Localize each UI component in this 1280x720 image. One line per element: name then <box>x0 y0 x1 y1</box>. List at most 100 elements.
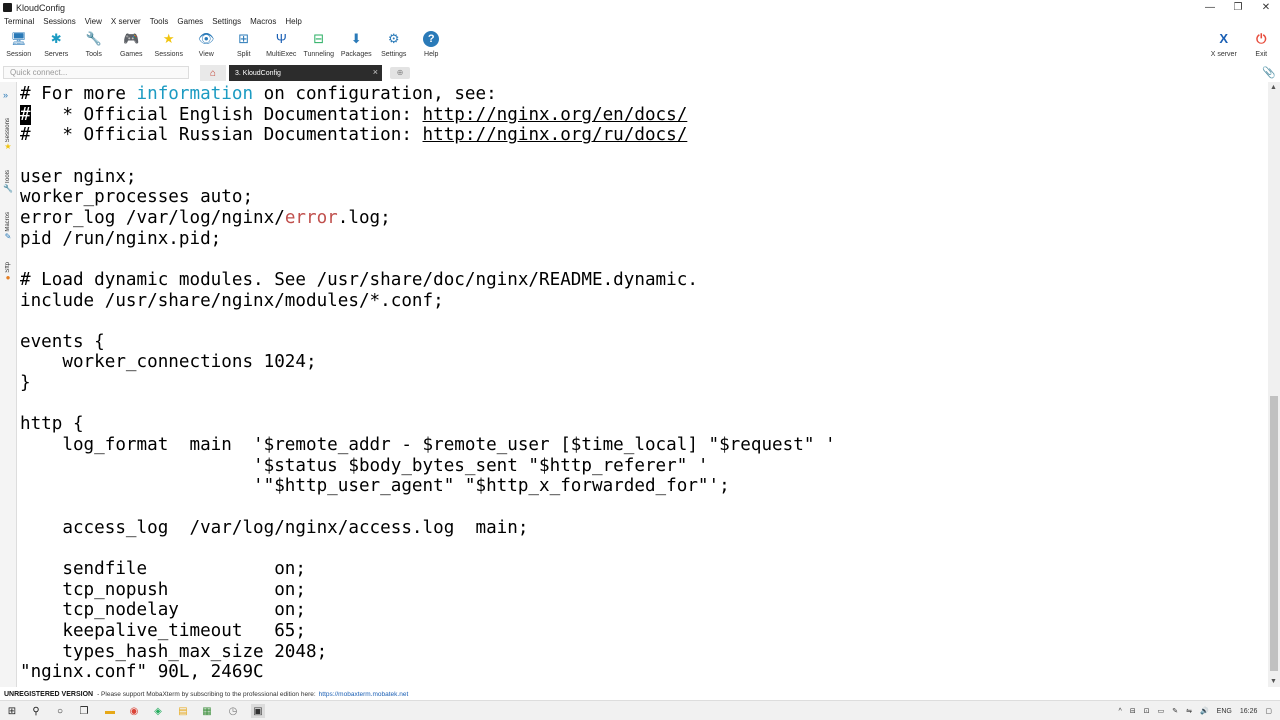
scrollbar-thumb[interactable] <box>1270 396 1278 671</box>
servers-icon: ✱ <box>50 31 62 46</box>
toolbar-split-button[interactable]: ⊞ Split <box>225 28 263 62</box>
sftp-icon: ● <box>5 272 11 282</box>
tray-icon[interactable]: ▢ <box>1265 707 1272 715</box>
task-view-icon[interactable]: ❐ <box>77 704 91 718</box>
terminal-scrollbar[interactable]: ▲ ▼ <box>1268 82 1280 687</box>
toolbar-label: Servers <box>44 51 69 58</box>
terminal-line: http { <box>20 414 84 435</box>
menu-macros[interactable]: Macros <box>250 17 276 26</box>
menu-x-server[interactable]: X server <box>111 17 141 26</box>
toolbar-label: Session <box>6 51 32 58</box>
terminal-line: '"$http_user_agent" "$http_x_forwarded_f… <box>20 476 730 497</box>
terminal-line: types_hash_max_size 2048; <box>20 642 327 663</box>
terminal-text: keepalive_timeout 65; <box>20 620 306 641</box>
tray-icon[interactable]: 🔊 <box>1200 707 1209 715</box>
terminal-line: include /usr/share/nginx/modules/*.conf; <box>20 291 444 312</box>
toolbar-exit-button[interactable]: ⏻ Exit <box>1243 28 1280 62</box>
menu-settings[interactable]: Settings <box>212 17 241 26</box>
terminal-url[interactable]: http://nginx.org/ru/docs/ <box>423 125 688 145</box>
close-button[interactable]: ✕ <box>1252 0 1280 15</box>
terminal-text: } <box>20 373 31 394</box>
terminal-text: user nginx; <box>20 166 137 187</box>
terminal-line: worker_processes auto; <box>20 187 253 208</box>
power-icon: ⏻ <box>1256 31 1267 46</box>
terminal[interactable]: # For more information on configuration,… <box>18 84 1268 687</box>
sidebar-tab-sessions[interactable]: Sessions ★ <box>2 116 14 151</box>
toolbar-tools-button[interactable]: 🔧 Tools <box>75 28 113 62</box>
toolbar-games-button[interactable]: 🎮 Games <box>113 28 151 62</box>
tab-kloudconfig[interactable]: 3. KloudConfig × <box>229 65 382 81</box>
sidebar-tab-tools[interactable]: Tools 🔧 <box>2 168 14 193</box>
macros-icon: ✎ <box>4 231 12 241</box>
toolbar-servers-button[interactable]: ✱ Servers <box>38 28 76 62</box>
language-indicator[interactable]: ENG <box>1217 708 1232 715</box>
terminal-line: keepalive_timeout 65; <box>20 621 306 642</box>
menu-view[interactable]: View <box>85 17 102 26</box>
tray-icon[interactable]: ✎ <box>1172 707 1178 715</box>
scroll-down-icon[interactable]: ▼ <box>1270 678 1277 685</box>
terminal-text: worker_processes auto; <box>20 187 254 208</box>
sidebar-tab-macros[interactable]: Macros ✎ <box>2 210 14 241</box>
toolbar-help-button[interactable]: ? Help <box>413 28 451 62</box>
tray-icon[interactable]: ^ <box>1119 708 1122 715</box>
menu-bar: Terminal Sessions View X server Tools Ga… <box>0 15 1280 28</box>
cortana-icon[interactable]: ○ <box>53 704 67 718</box>
attach-icon[interactable]: 📎 <box>1262 66 1276 79</box>
quick-connect-input[interactable]: Quick connect... <box>3 66 189 79</box>
menu-help[interactable]: Help <box>285 17 301 26</box>
toolbar-tunneling-button[interactable]: ⊟ Tunneling <box>300 28 338 62</box>
terminal-line: log_format main '$remote_addr - $remote_… <box>20 435 836 456</box>
tray-icon[interactable]: ⊡ <box>1144 707 1150 715</box>
scroll-up-icon[interactable]: ▲ <box>1270 84 1277 91</box>
maximize-button[interactable]: ❐ <box>1224 0 1252 15</box>
search-icon[interactable]: ⚲ <box>29 704 43 718</box>
toolbar-label: Help <box>424 51 439 58</box>
tab-close-icon[interactable]: × <box>373 67 378 77</box>
menu-tools[interactable]: Tools <box>150 17 169 26</box>
terminal-url[interactable]: http://nginx.org/en/docs/ <box>423 105 688 125</box>
terminal-text: log_format main '$remote_addr - $remote_… <box>20 435 836 456</box>
terminal-line: error_log /var/log/nginx/error.log; <box>20 208 391 229</box>
subscribe-link[interactable]: https://mobaxterm.mobatek.net <box>319 691 409 698</box>
minimize-button[interactable]: — <box>1196 0 1224 15</box>
new-tab-button[interactable]: ⊕ <box>390 67 410 79</box>
toolbar-settings-button[interactable]: ⚙ Settings <box>375 28 413 62</box>
menu-terminal[interactable]: Terminal <box>4 17 34 26</box>
terminal-text: sendfile on; <box>20 558 306 579</box>
mobaxterm-icon[interactable]: ▣ <box>251 704 265 718</box>
help-icon: ? <box>423 31 440 47</box>
windows-start-icon[interactable]: ⊞ <box>5 704 19 718</box>
clock[interactable]: 16:26 <box>1240 708 1258 715</box>
toolbar-sessions-button[interactable]: ★ Sessions <box>150 28 188 62</box>
clock-app-icon[interactable]: ◷ <box>226 704 240 718</box>
chrome-icon[interactable]: ◉ <box>127 704 141 718</box>
toolbar-label: X server <box>1210 51 1237 58</box>
notepad-icon[interactable]: ▦ <box>200 704 214 718</box>
tab-bar: Quick connect... ⌂ 3. KloudConfig × ⊕ 📎 <box>0 64 1280 82</box>
toolbar-session-button[interactable]: 🖥 Session <box>0 28 38 62</box>
sidebar-tab-sftp[interactable]: Sftp ● <box>2 260 14 282</box>
terminal-line: "nginx.conf" 90L, 2469C <box>20 662 264 683</box>
toolbar-packages-button[interactable]: ⬇ Packages <box>338 28 376 62</box>
file-explorer-icon[interactable]: ▬ <box>103 704 117 718</box>
menu-sessions[interactable]: Sessions <box>43 17 75 26</box>
home-tab[interactable]: ⌂ <box>200 65 226 81</box>
games-icon: 🎮 <box>123 31 140 46</box>
tray-icon[interactable]: ▭ <box>1158 707 1165 715</box>
split-icon: ⊞ <box>238 31 250 46</box>
app-icon[interactable]: ◈ <box>151 704 165 718</box>
terminal-text: .log; <box>337 207 391 228</box>
tray-icon[interactable]: ⇋ <box>1186 707 1192 715</box>
toolbar-multiexec-button[interactable]: Ψ MultiExec <box>263 28 301 62</box>
terminal-text: # * Official Russian Documentation: <box>20 125 423 146</box>
toolbar-view-button[interactable]: 👁 View <box>188 28 226 62</box>
folder-icon[interactable]: ▤ <box>176 704 190 718</box>
menu-games[interactable]: Games <box>177 17 203 26</box>
toolbar-x-server-button[interactable]: X X server <box>1205 28 1243 62</box>
terminal-text: worker_connections 1024; <box>20 352 317 373</box>
tray-icon[interactable]: ⊟ <box>1130 707 1136 715</box>
toolbar-label: MultiExec <box>266 51 297 58</box>
terminal-text: types_hash_max_size 2048; <box>20 641 328 662</box>
expand-sidebar-icon[interactable]: » <box>3 90 8 100</box>
sidebar-tab-label: Sessions <box>5 118 11 143</box>
